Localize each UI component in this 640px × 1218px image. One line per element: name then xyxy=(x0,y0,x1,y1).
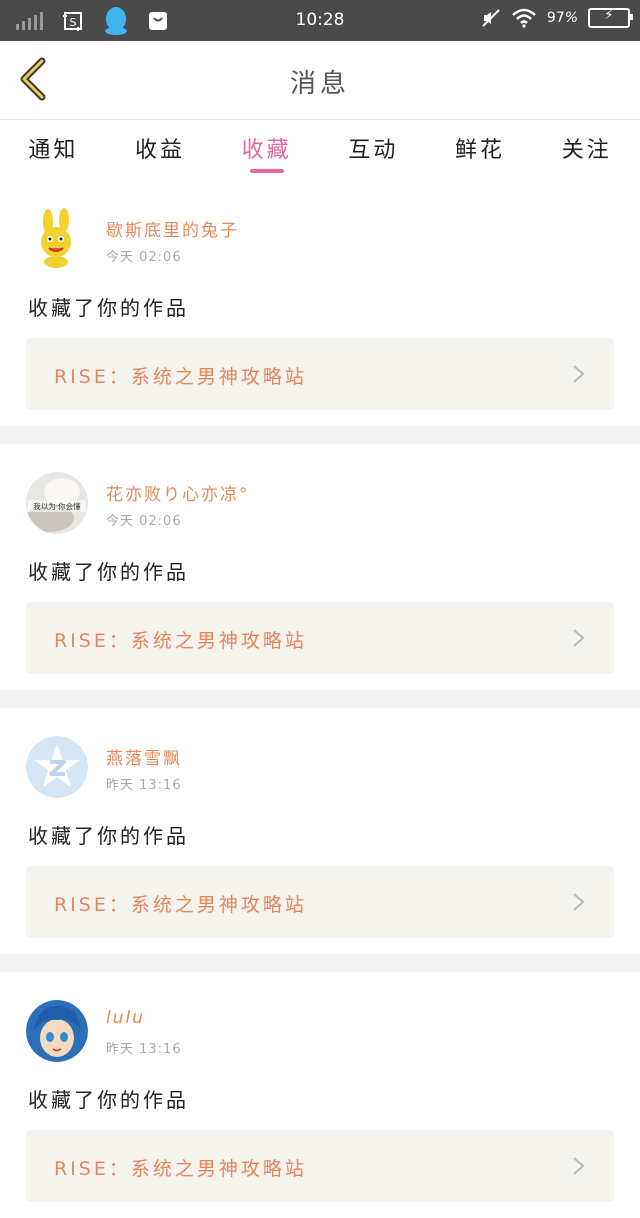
default-qq-avatar[interactable] xyxy=(26,736,88,798)
tab-interactions[interactable]: 互动 xyxy=(320,120,427,178)
message-list: 歇斯底里的兔子 今天 02:06 收藏了你的作品 RISE：系统之男神攻略站 我… xyxy=(0,180,640,1218)
work-link[interactable]: RISE：系统之男神攻略站 xyxy=(26,338,614,410)
action-text: 收藏了你的作品 xyxy=(28,824,189,848)
photo-avatar[interactable]: 我以为·你会懂 xyxy=(26,472,88,534)
message-card: 燕落雪飘 昨天 13:16 收藏了你的作品 RISE：系统之男神攻略站 xyxy=(0,708,640,954)
tab-favorites[interactable]: 收藏 xyxy=(213,120,320,178)
back-button[interactable] xyxy=(18,57,48,101)
avatar-caption: 我以为·你会懂 xyxy=(33,501,81,511)
message-time: 今天 02:06 xyxy=(106,250,182,265)
action-text: 收藏了你的作品 xyxy=(28,560,189,584)
tab-follows[interactable]: 关注 xyxy=(533,120,640,178)
status-bar: S 10:28 97% ⚡ xyxy=(0,0,640,41)
top-bar: 消息 xyxy=(0,41,640,120)
tab-earnings[interactable]: 收益 xyxy=(107,120,214,178)
work-link[interactable]: RISE：系统之男神攻略站 xyxy=(26,1130,614,1202)
tab-flowers[interactable]: 鲜花 xyxy=(427,120,534,178)
work-link[interactable]: RISE：系统之男神攻略站 xyxy=(26,866,614,938)
work-title: RISE：系统之男神攻略站 xyxy=(54,366,307,388)
page-title: 消息 xyxy=(289,69,350,99)
user-name[interactable]: 燕落雪飘 xyxy=(106,744,182,769)
chevron-right-icon xyxy=(573,365,585,383)
action-text: 收藏了你的作品 xyxy=(28,1088,189,1112)
anime-avatar[interactable] xyxy=(26,1000,88,1062)
user-name[interactable]: 花亦败り心亦凉° xyxy=(106,480,250,505)
divider xyxy=(0,690,640,708)
action-text: 收藏了你的作品 xyxy=(28,296,189,320)
chevron-right-icon xyxy=(573,629,585,647)
work-title: RISE：系统之男神攻略站 xyxy=(54,894,307,916)
divider xyxy=(0,954,640,972)
message-card: 我以为·你会懂 花亦败り心亦凉° 今天 02:06 收藏了你的作品 RISE：系… xyxy=(0,444,640,690)
wifi-icon xyxy=(512,8,536,28)
battery-icon: ⚡ xyxy=(588,8,633,28)
battery-percent: 97% xyxy=(546,10,578,26)
bunny-avatar[interactable] xyxy=(26,208,88,270)
divider xyxy=(0,426,640,444)
tab-bar: 通知 收益 收藏 互动 鲜花 关注 xyxy=(0,120,640,178)
message-card: lulu 昨天 13:16 收藏了你的作品 RISE：系统之男神攻略站 xyxy=(0,972,640,1218)
user-name[interactable]: 歇斯底里的兔子 xyxy=(106,216,239,241)
chevron-right-icon xyxy=(573,1157,585,1175)
message-time: 今天 02:06 xyxy=(106,514,182,529)
mute-icon xyxy=(482,9,500,27)
user-name[interactable]: lulu xyxy=(106,1008,145,1028)
tab-notifications[interactable]: 通知 xyxy=(0,120,107,178)
message-card: 歇斯底里的兔子 今天 02:06 收藏了你的作品 RISE：系统之男神攻略站 xyxy=(0,180,640,426)
message-time: 昨天 13:16 xyxy=(106,778,182,793)
work-title: RISE：系统之男神攻略站 xyxy=(54,1158,307,1180)
chevron-right-icon xyxy=(573,893,585,911)
work-link[interactable]: RISE：系统之男神攻略站 xyxy=(26,602,614,674)
message-time: 昨天 13:16 xyxy=(106,1042,182,1057)
work-title: RISE：系统之男神攻略站 xyxy=(54,630,307,652)
